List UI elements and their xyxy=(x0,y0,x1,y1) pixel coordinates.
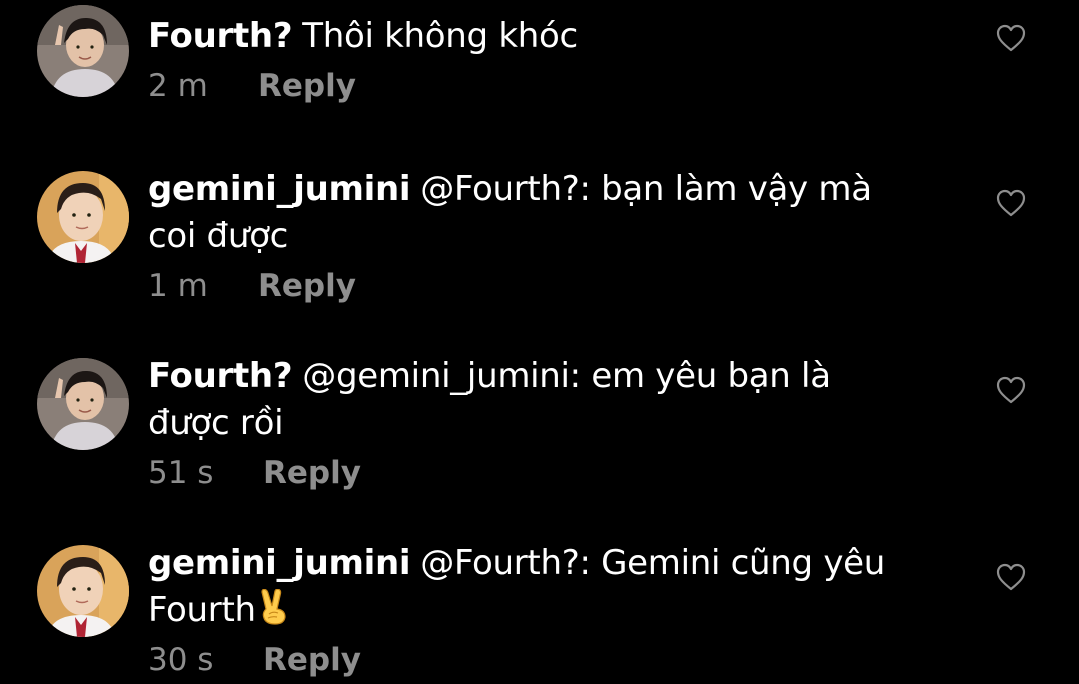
comment-time: 2 m xyxy=(148,68,208,104)
victory-hand-emoji xyxy=(258,588,292,638)
comment-time: 51 s xyxy=(148,455,214,491)
gemini-avatar-image xyxy=(37,545,129,637)
comment-username[interactable]: gemini_jumini xyxy=(148,543,411,583)
heart-outline-icon[interactable] xyxy=(996,563,1026,591)
comment-text: Fourth? @gemini_jumini: em yêu bạn là đượ… xyxy=(148,353,908,447)
comment-username[interactable]: gemini_jumini xyxy=(148,169,411,209)
reply-button[interactable]: Reply xyxy=(258,66,356,106)
comment-meta: 30 s Reply xyxy=(148,640,361,680)
comment-message: Thôi không khóc xyxy=(302,16,578,56)
comment-text: gemini_jumini @Fourth?: Gemini cũng yêu F… xyxy=(148,540,938,638)
gemini-avatar-image xyxy=(37,171,129,263)
avatar[interactable] xyxy=(37,5,129,97)
reply-button[interactable]: Reply xyxy=(263,453,361,493)
fourth-avatar-image xyxy=(37,358,129,450)
comment-meta: 51 s Reply xyxy=(148,453,361,493)
fourth-avatar-image xyxy=(37,5,129,97)
reply-button[interactable]: Reply xyxy=(263,640,361,680)
heart-outline-icon[interactable] xyxy=(996,189,1026,217)
comment-time: 30 s xyxy=(148,642,214,678)
avatar[interactable] xyxy=(37,545,129,637)
avatar[interactable] xyxy=(37,171,129,263)
comment-username[interactable]: Fourth? xyxy=(148,16,293,56)
comment-username[interactable]: Fourth? xyxy=(148,356,293,396)
comment-text: gemini_jumini @Fourth?: bạn làm vậy mà co… xyxy=(148,166,908,260)
heart-outline-icon[interactable] xyxy=(996,24,1026,52)
comment-time: 1 m xyxy=(148,268,208,304)
avatar[interactable] xyxy=(37,358,129,450)
comment-text: Fourth? Thôi không khóc xyxy=(148,13,948,60)
comment-meta: 1 m Reply xyxy=(148,266,356,306)
reply-button[interactable]: Reply xyxy=(258,266,356,306)
heart-outline-icon[interactable] xyxy=(996,376,1026,404)
comment-meta: 2 m Reply xyxy=(148,66,356,106)
